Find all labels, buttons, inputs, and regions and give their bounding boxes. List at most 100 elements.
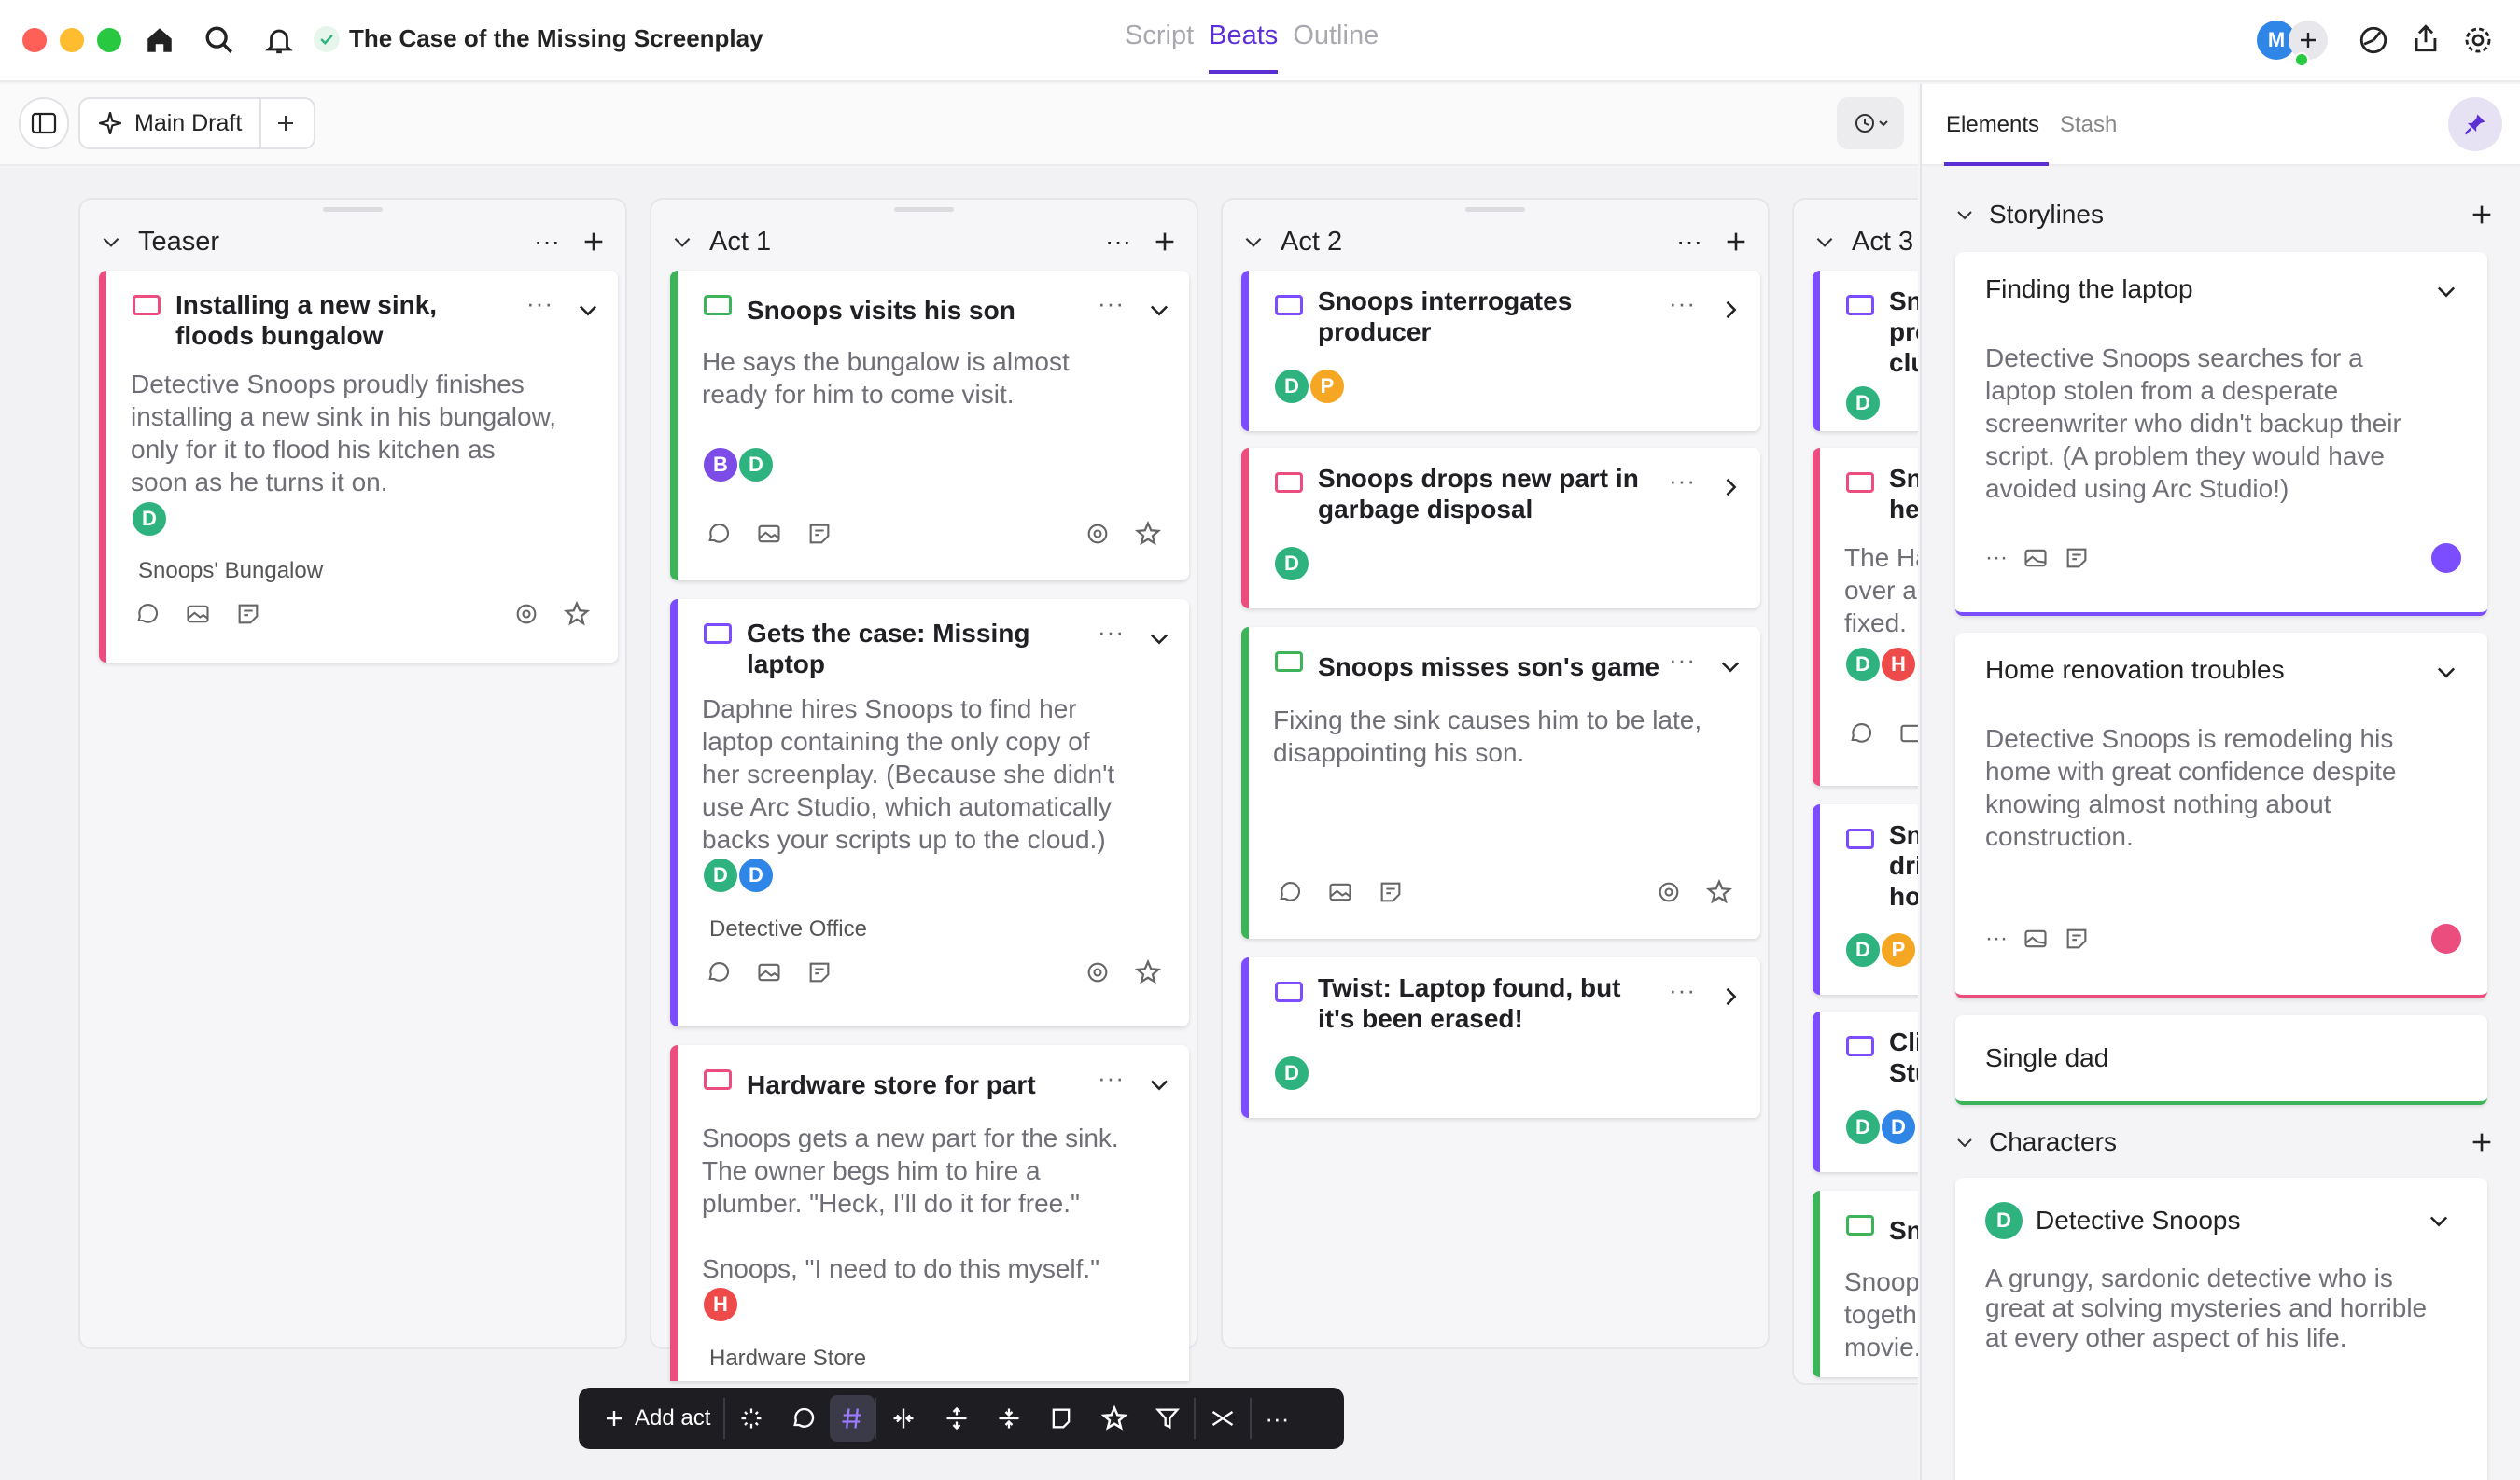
- beat-card[interactable]: CliStu DD: [1813, 1012, 1918, 1172]
- avatar[interactable]: D: [131, 500, 168, 538]
- expand-vertical-icon[interactable]: [931, 1388, 983, 1449]
- beat-card[interactable]: Snproclu D: [1813, 271, 1918, 431]
- star-icon[interactable]: [1133, 519, 1163, 549]
- note-icon[interactable]: [805, 519, 834, 549]
- chevron-down-icon[interactable]: [99, 230, 123, 254]
- tab-beats[interactable]: Beats: [1209, 21, 1279, 74]
- stats-icon[interactable]: [2356, 22, 2391, 58]
- avatar[interactable]: D: [1844, 384, 1882, 422]
- tab-outline[interactable]: Outline: [1293, 21, 1379, 74]
- star-icon[interactable]: [1133, 957, 1163, 987]
- target-icon[interactable]: [1083, 519, 1113, 549]
- avatar[interactable]: P: [1880, 931, 1917, 969]
- filter-icon[interactable]: [1141, 1388, 1194, 1449]
- note-icon[interactable]: [805, 957, 834, 987]
- chevron-down-icon[interactable]: [2433, 659, 2459, 685]
- star-icon[interactable]: [562, 599, 592, 629]
- storyline-card[interactable]: Finding the laptop Detective Snoops sear…: [1955, 252, 2487, 616]
- beat-card[interactable]: Gets the case: Missing laptop ··· Daphne …: [670, 599, 1189, 1026]
- chevron-down-icon[interactable]: [1146, 297, 1172, 323]
- add-draft-icon[interactable]: [274, 112, 297, 134]
- more-icon[interactable]: ···: [1098, 1064, 1125, 1093]
- column-title[interactable]: Act 3: [1852, 227, 1918, 258]
- add-beat-icon[interactable]: [1723, 229, 1749, 255]
- beat-location[interactable]: Detective Office: [709, 916, 867, 942]
- avatar[interactable]: D: [1880, 1109, 1917, 1146]
- column-title[interactable]: Act 2: [1281, 227, 1676, 258]
- more-icon[interactable]: ···: [1669, 467, 1696, 496]
- beat-card[interactable]: Snoops drops new part in garbage disposal…: [1241, 448, 1760, 608]
- add-beat-icon[interactable]: [1152, 229, 1178, 255]
- card-icon[interactable]: [1035, 1388, 1087, 1449]
- character-card[interactable]: D Detective Snoops A grungy, sardonic de…: [1955, 1178, 2487, 1480]
- note-icon[interactable]: [233, 599, 263, 629]
- history-button[interactable]: [1837, 97, 1904, 149]
- avatar[interactable]: D: [1273, 545, 1310, 582]
- comment-icon[interactable]: [777, 1388, 830, 1449]
- add-beat-icon[interactable]: [581, 229, 607, 255]
- target-icon[interactable]: [1654, 877, 1684, 907]
- storyline-color-swatch[interactable]: [2431, 924, 2461, 954]
- more-icon[interactable]: ···: [1252, 1388, 1302, 1449]
- drag-handle[interactable]: [1465, 207, 1525, 212]
- star-icon[interactable]: [1087, 1388, 1141, 1449]
- bell-icon[interactable]: [261, 22, 297, 58]
- avatar[interactable]: D: [737, 857, 775, 894]
- chevron-down-icon[interactable]: [1146, 625, 1172, 651]
- drag-handle[interactable]: [894, 207, 954, 212]
- chevron-down-icon[interactable]: [2433, 278, 2459, 304]
- chevron-down-icon[interactable]: [2426, 1208, 2452, 1234]
- draft-selector[interactable]: Main Draft: [78, 97, 315, 149]
- add-act-button[interactable]: Add act: [590, 1388, 723, 1449]
- comment-icon[interactable]: [704, 957, 734, 987]
- beat-card[interactable]: Snhel The Haover arfixed. DH: [1813, 448, 1918, 786]
- chevron-right-icon[interactable]: [1717, 474, 1743, 500]
- column-title[interactable]: Teaser: [138, 227, 534, 258]
- avatar[interactable]: P: [1309, 368, 1346, 405]
- beat-card[interactable]: Snoops interrogates producer ··· DP: [1241, 271, 1760, 431]
- more-icon[interactable]: ···: [1669, 289, 1696, 318]
- comment-icon[interactable]: [704, 519, 734, 549]
- minimize-window-button[interactable]: [60, 28, 84, 52]
- note-icon[interactable]: [2064, 545, 2090, 571]
- add-storyline-icon[interactable]: [2469, 202, 2495, 228]
- expand-horizontal-icon[interactable]: [876, 1388, 931, 1449]
- avatar[interactable]: D: [702, 857, 739, 894]
- image-icon[interactable]: [2023, 545, 2049, 571]
- star-icon[interactable]: [1704, 877, 1734, 907]
- beat-location[interactable]: Hardware Store: [709, 1346, 866, 1372]
- note-icon[interactable]: [1376, 877, 1406, 907]
- beat-card[interactable]: Snoops visits his son ··· He says the bu…: [670, 271, 1189, 580]
- image-icon[interactable]: [1897, 719, 1918, 748]
- comment-icon[interactable]: [133, 599, 162, 629]
- tab-script[interactable]: Script: [1125, 21, 1194, 74]
- tab-stash[interactable]: Stash: [2060, 112, 2117, 138]
- storyline-card[interactable]: Home renovation troubles Detective Snoop…: [1955, 633, 2487, 998]
- search-icon[interactable]: [202, 22, 237, 58]
- chevron-down-icon[interactable]: [1953, 1131, 1976, 1153]
- more-icon[interactable]: ···: [534, 227, 560, 257]
- tab-elements[interactable]: Elements: [1946, 112, 2039, 138]
- hashtag-icon[interactable]: [830, 1395, 875, 1442]
- avatar[interactable]: D: [1844, 646, 1882, 683]
- chevron-down-icon[interactable]: [1813, 230, 1837, 254]
- home-icon[interactable]: [142, 22, 177, 58]
- chevron-down-icon[interactable]: [575, 297, 601, 323]
- avatar[interactable]: B: [702, 446, 739, 483]
- beat-card[interactable]: Hardware store for part ··· Snoops gets …: [670, 1045, 1189, 1381]
- chevron-down-icon[interactable]: [1146, 1071, 1172, 1097]
- image-icon[interactable]: [183, 599, 213, 629]
- beat-location[interactable]: Snoops' Bungalow: [138, 558, 323, 584]
- beat-card[interactable]: Twist: Laptop found, but it's been erased…: [1241, 957, 1760, 1118]
- toggle-sidebar-button[interactable]: [19, 97, 69, 149]
- beat-card[interactable]: Sn Snooptogethmovie.: [1813, 1191, 1918, 1377]
- avatar[interactable]: D: [1844, 1109, 1882, 1146]
- avatar[interactable]: H: [702, 1286, 739, 1323]
- column-title[interactable]: Act 1: [709, 227, 1105, 258]
- beat-card[interactable]: Installing a new sink, floods bungalow ··…: [99, 271, 618, 663]
- add-character-icon[interactable]: [2469, 1129, 2495, 1155]
- chevron-right-icon[interactable]: [1717, 297, 1743, 323]
- add-collaborator-icon[interactable]: [2289, 21, 2328, 60]
- comment-icon[interactable]: [1275, 877, 1305, 907]
- target-icon[interactable]: [511, 599, 541, 629]
